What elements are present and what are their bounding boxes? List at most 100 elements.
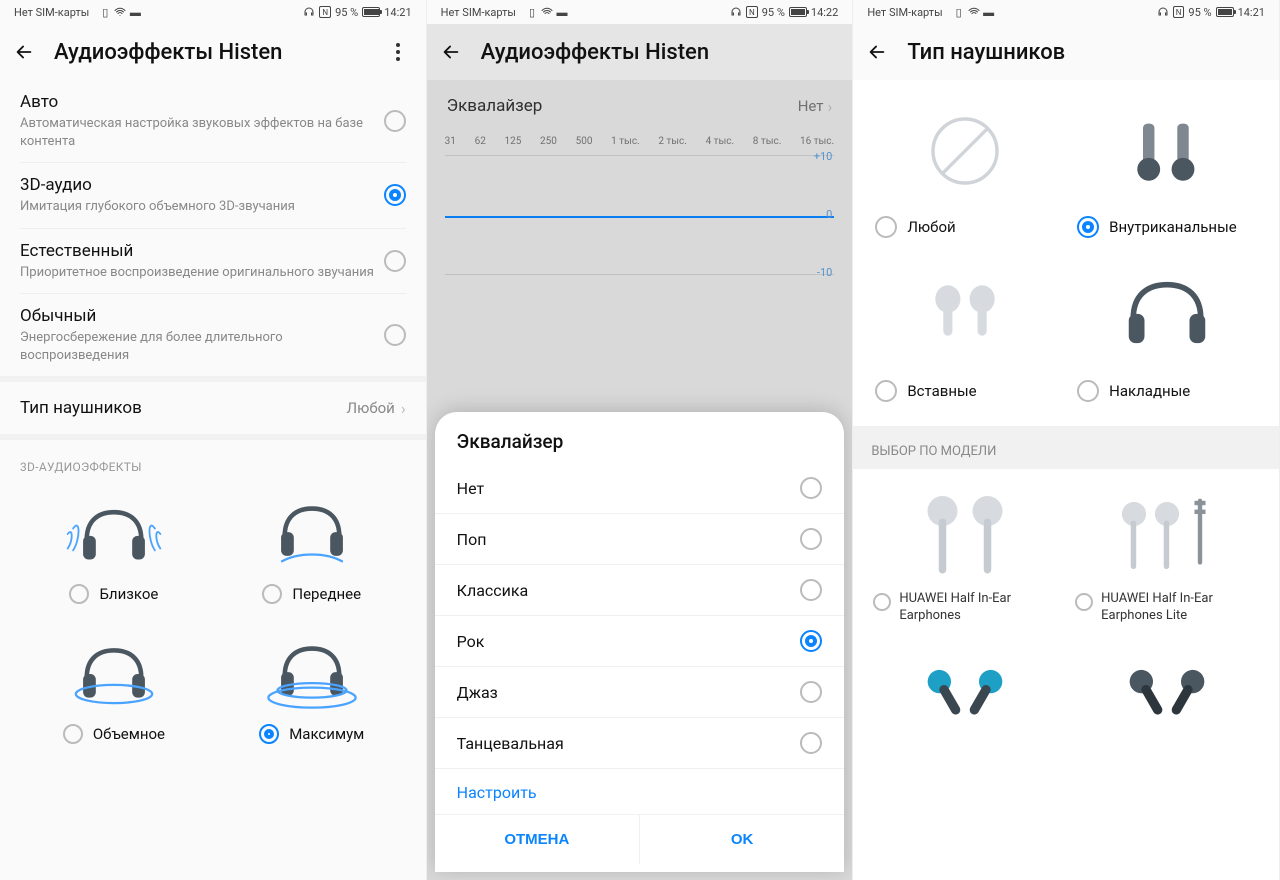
effect-tile-close[interactable]: Близкое	[20, 494, 208, 604]
headphone-icon	[1071, 260, 1263, 370]
sim-label: Нет SIM-карты	[14, 6, 89, 19]
radio[interactable]	[875, 380, 897, 402]
effect-tile-max[interactable]: Максимум	[218, 634, 406, 744]
mode-sub: Приоритетное воспроизведение оригинально…	[20, 264, 384, 282]
mode-title: 3D-аудио	[20, 175, 384, 195]
radio[interactable]	[1077, 216, 1099, 238]
more-menu-button[interactable]	[386, 43, 410, 61]
chevron-right-icon: ›	[401, 399, 406, 418]
radio[interactable]	[1075, 593, 1093, 611]
clock: 14:22	[811, 6, 838, 19]
headphone-icon	[64, 634, 164, 714]
radio[interactable]	[63, 724, 83, 744]
sim-icon: ▯	[99, 6, 111, 18]
card-icon: ▬	[129, 6, 141, 18]
radio[interactable]	[384, 110, 406, 132]
back-button[interactable]	[437, 38, 465, 66]
radio[interactable]	[69, 584, 89, 604]
type-tile-halfin[interactable]: Вставные	[869, 260, 1061, 402]
wifi-icon	[114, 6, 126, 18]
nfc-icon: N	[1173, 6, 1185, 18]
battery-icon	[362, 7, 380, 17]
radio[interactable]	[384, 250, 406, 272]
type-tile-any[interactable]: Любой	[869, 96, 1061, 238]
mode-row-normal[interactable]: ОбычныйЭнергосбережение для более длител…	[0, 294, 426, 376]
content: АвтоАвтоматическая настройка звуковых эф…	[0, 80, 426, 880]
model-tile-blue[interactable]	[869, 637, 1061, 747]
radio[interactable]	[259, 724, 279, 744]
cancel-button[interactable]: ОТМЕНА	[435, 815, 640, 864]
types-grid: Любой Внутриканальные Вставные Накладные	[853, 80, 1279, 426]
section-3d-effects: 3D-АУДИОЭФФЕКТЫ	[0, 440, 426, 484]
radio[interactable]	[873, 593, 891, 611]
none-icon	[869, 96, 1061, 206]
battery-pct: 95 %	[335, 6, 358, 19]
page-title: Аудиоэффекты Histen	[481, 40, 837, 65]
preset-row-rock[interactable]: Рок	[435, 615, 845, 666]
dialog-title: Эквалайзер	[435, 430, 845, 463]
navrow-title: Тип наушников	[20, 398, 346, 418]
sim-icon: ▯	[953, 6, 965, 18]
radio[interactable]	[875, 216, 897, 238]
card-icon: ▬	[983, 6, 995, 18]
type-tile-overear[interactable]: Накладные	[1071, 260, 1263, 402]
type-tile-inear[interactable]: Внутриканальные	[1071, 96, 1263, 238]
effect-label: Переднее	[292, 585, 361, 603]
content: Эквалайзер Нет › 31 62 125 250 500 1 тыс…	[427, 80, 853, 880]
headphone-icon	[64, 494, 164, 574]
battery-icon	[789, 7, 807, 17]
effect-label: Максимум	[289, 725, 364, 743]
earphone-icon	[869, 481, 1061, 591]
radio[interactable]	[384, 324, 406, 346]
earbud-icon	[1071, 96, 1263, 206]
radio[interactable]	[800, 477, 822, 499]
header: Аудиоэффекты Histen	[0, 24, 426, 80]
battery-pct: 95 %	[1188, 6, 1211, 19]
navrow-value: Любой	[346, 399, 394, 417]
back-button[interactable]	[863, 38, 891, 66]
radio[interactable]	[800, 630, 822, 652]
headphone-icon	[1157, 6, 1169, 18]
models-header: ВЫБОР ПО МОДЕЛИ	[853, 426, 1279, 469]
page-title: Аудиоэффекты Histen	[54, 40, 370, 65]
effect-tile-front[interactable]: Переднее	[218, 494, 406, 604]
mode-title: Естественный	[20, 241, 384, 261]
mode-row-auto[interactable]: АвтоАвтоматическая настройка звуковых эф…	[0, 80, 426, 162]
mode-row-3d[interactable]: 3D-аудио Имитация глубокого объемного 3D-…	[0, 163, 426, 228]
model-tile-halfin-lite[interactable]: HUAWEI Half In-Ear Earphones Lite	[1071, 481, 1263, 625]
radio[interactable]	[800, 732, 822, 754]
header: Аудиоэффекты Histen	[427, 24, 853, 80]
customize-button[interactable]: Настроить	[435, 768, 845, 808]
clock: 14:21	[384, 6, 411, 19]
radio[interactable]	[262, 584, 282, 604]
effects-grid: Близкое Переднее Объемно	[0, 484, 426, 764]
page-title: Тип наушников	[907, 40, 1263, 65]
headphone-type-row[interactable]: Тип наушников Любой ›	[0, 376, 426, 440]
preset-row-none[interactable]: Нет	[435, 463, 845, 513]
mode-sub: Имитация глубокого объемного 3D-звучания	[20, 198, 384, 216]
model-tile-halfin[interactable]: HUAWEI Half In-Ear Earphones	[869, 481, 1061, 625]
battery-icon	[1216, 7, 1234, 17]
ok-button[interactable]: OK	[640, 815, 844, 864]
preset-row-jazz[interactable]: Джаз	[435, 666, 845, 717]
preset-row-classic[interactable]: Классика	[435, 564, 845, 615]
radio[interactable]	[1077, 380, 1099, 402]
radio[interactable]	[800, 528, 822, 550]
sim-label: Нет SIM-карты	[441, 6, 516, 19]
screen-equalizer: Нет SIM-карты ▯ ▬ N 95 % 14:22 Аудиоэффе…	[427, 0, 854, 880]
radio[interactable]	[800, 681, 822, 703]
dialog-backdrop: Эквалайзер Нет Поп Классика Рок Джаз Тан…	[427, 80, 853, 880]
effect-tile-surround[interactable]: Объемное	[20, 634, 208, 744]
statusbar: Нет SIM-карты ▯ ▬ N 95 % 14:21	[853, 0, 1279, 24]
back-button[interactable]	[10, 38, 38, 66]
radio[interactable]	[384, 184, 406, 206]
radio[interactable]	[800, 579, 822, 601]
headphone-icon	[303, 6, 315, 18]
screen-audio-effects: Нет SIM-карты ▯ ▬ N 95 % 14:21 Аудиоэффе…	[0, 0, 427, 880]
model-tile-dark[interactable]	[1071, 637, 1263, 747]
mode-row-natural[interactable]: Естественный Приоритетное воспроизведение…	[0, 229, 426, 294]
preset-row-pop[interactable]: Поп	[435, 513, 845, 564]
equalizer-dialog: Эквалайзер Нет Поп Классика Рок Джаз Тан…	[435, 412, 845, 872]
sim-icon: ▯	[526, 6, 538, 18]
preset-row-dance[interactable]: Танцевальная	[435, 717, 845, 768]
